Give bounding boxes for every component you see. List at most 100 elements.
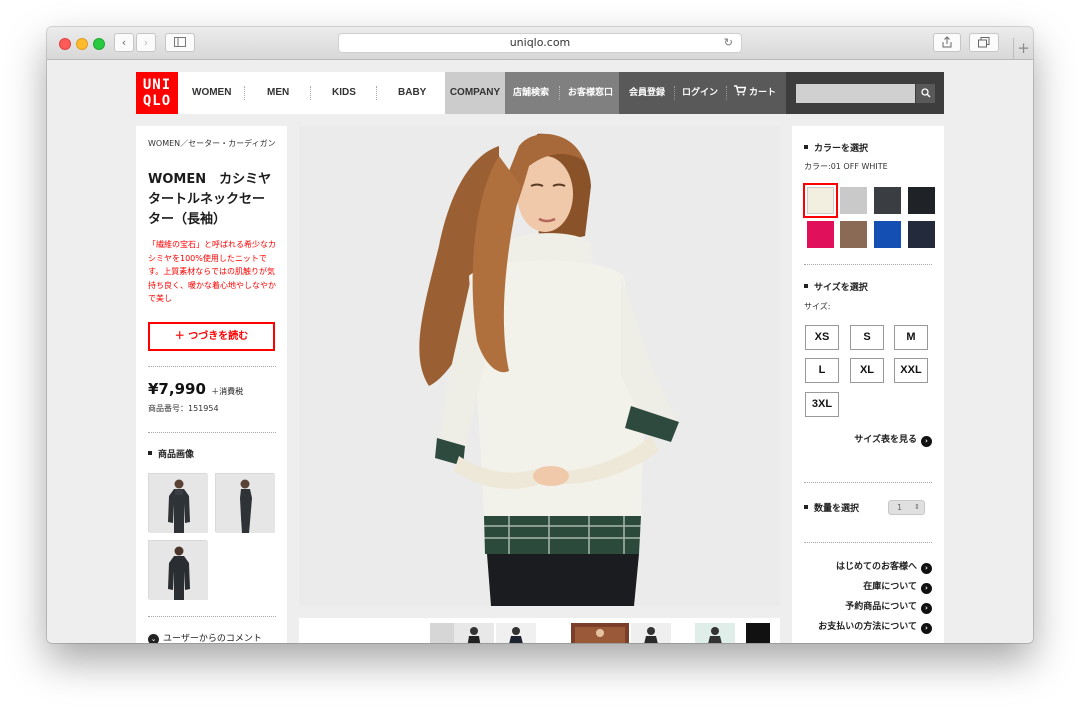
size-l-button[interactable]: L (805, 358, 839, 383)
video-strip[interactable] (299, 618, 780, 643)
size-chart-link[interactable]: サイズ表を見る › (854, 432, 932, 447)
price-value: ¥7,990 (148, 380, 206, 398)
product-price: ¥7,990 ＋消費税 (148, 380, 243, 398)
strip-thumbnail[interactable] (746, 623, 770, 643)
size-chart-label: サイズ表を見る (854, 435, 917, 445)
forward-button[interactable]: › (136, 33, 156, 52)
strip-thumbnail[interactable] (430, 623, 454, 643)
logo-line-2: QLO (142, 93, 172, 109)
bullet-icon (804, 145, 808, 149)
chevron-right-icon: › (921, 563, 932, 574)
tabs-overview-button[interactable] (969, 33, 999, 52)
user-comments-label: ユーザーからのコメント (163, 634, 262, 643)
strip-thumbnail[interactable] (695, 623, 735, 643)
product-description: 「繊維の宝石」と呼ばれる希少なカシミヤを100%使用したニットです。上質素材なら… (148, 240, 276, 303)
color-swatch[interactable] (840, 187, 867, 214)
browser-toolbar: ‹ › uniqlo.com ↻ + (47, 27, 1033, 60)
chevron-right-icon: › (921, 603, 932, 614)
size-xl-button[interactable]: XL (850, 358, 884, 383)
nav-women[interactable]: WOMEN (192, 72, 231, 114)
nav-company[interactable]: COMPANY (445, 72, 505, 114)
product-info-panel: WOMEN／セーター・カーディガン WOMEN カシミヤタートルネックセーター（… (136, 126, 287, 643)
divider (148, 432, 276, 433)
nav-divider (244, 86, 245, 100)
user-comments-link[interactable]: ⌄ ユーザーからのコメント (148, 631, 262, 643)
purchase-options-panel: カラーを選択 カラー:01 OFF WHITE サイズを選択 サイズ: XS S… (792, 126, 944, 643)
model-icon (575, 627, 625, 643)
nav-login[interactable]: ログイン (682, 72, 718, 114)
info-link-label: お支払いの方法について (818, 622, 917, 632)
size-xxl-button[interactable]: XXL (894, 358, 928, 383)
read-more-button[interactable]: ＋ つづきを読む (148, 322, 275, 351)
model-photo (299, 126, 780, 606)
tax-note: ＋消費税 (211, 387, 244, 396)
minimize-window-button[interactable] (76, 38, 88, 50)
strip-thumbnail[interactable] (496, 623, 536, 643)
product-thumbnail-front[interactable] (148, 473, 208, 533)
size-xs-button[interactable]: XS (805, 325, 839, 350)
nav-men[interactable]: MEN (267, 72, 289, 114)
color-swatch[interactable] (908, 221, 935, 248)
color-swatch[interactable] (908, 187, 935, 214)
quantity-select[interactable]: 1 ⇕ (888, 500, 925, 515)
reload-icon[interactable]: ↻ (724, 34, 733, 52)
color-swatch[interactable] (874, 187, 901, 214)
nav-cart[interactable]: カート (734, 72, 776, 114)
size-m-button[interactable]: M (894, 325, 928, 350)
nav-kids[interactable]: KIDS (332, 72, 356, 114)
model-back-image (149, 541, 208, 600)
model-icon (644, 627, 658, 643)
breadcrumb[interactable]: WOMEN／セーター・カーディガン (148, 138, 276, 149)
color-swatch[interactable] (840, 221, 867, 248)
size-heading: サイズを選択 (804, 280, 868, 293)
strip-thumbnail[interactable] (631, 623, 671, 643)
nav-divider (310, 86, 311, 100)
stepper-icon: ⇕ (914, 503, 920, 511)
model-side-image (216, 474, 275, 533)
info-link-stock[interactable]: 在庫について › (863, 579, 932, 594)
zoom-window-button[interactable] (93, 38, 105, 50)
back-button[interactable]: ‹ (114, 33, 134, 52)
info-link-preorder[interactable]: 予約商品について › (845, 599, 932, 614)
nav-baby[interactable]: BABY (398, 72, 426, 114)
cart-label: カート (749, 88, 777, 98)
search-button[interactable] (916, 84, 935, 103)
info-link-first-time[interactable]: はじめてのお客様へ › (836, 559, 932, 574)
model-icon (708, 627, 722, 643)
quantity-heading: 数量を選択 (804, 501, 859, 514)
info-link-payment[interactable]: お支払いの方法について › (818, 619, 932, 634)
info-link-label: はじめてのお客様へ (835, 562, 917, 572)
color-swatch[interactable] (807, 221, 834, 248)
strip-thumbnail[interactable] (454, 623, 494, 643)
new-tab-button[interactable]: + (1013, 38, 1033, 59)
share-button[interactable] (933, 33, 961, 52)
global-nav: UNI QLO WOMEN MEN KIDS BABY COMPANY 店舗検索… (136, 72, 944, 114)
search-input[interactable] (796, 84, 915, 103)
page-content: UNI QLO WOMEN MEN KIDS BABY COMPANY 店舗検索… (47, 60, 1033, 643)
color-heading-text: カラーを選択 (814, 144, 869, 154)
sidebar-toggle-button[interactable] (165, 33, 195, 52)
size-3xl-button[interactable]: 3XL (805, 392, 839, 417)
address-bar[interactable]: uniqlo.com ↻ (338, 33, 742, 53)
size-s-button[interactable]: S (850, 325, 884, 350)
color-swatch[interactable] (803, 183, 838, 218)
uniqlo-logo[interactable]: UNI QLO (136, 72, 178, 114)
nav-customer-service[interactable]: お客様窓口 (568, 72, 613, 114)
nav-member-register[interactable]: 会員登録 (629, 72, 665, 114)
close-window-button[interactable] (59, 38, 71, 50)
main-product-image[interactable] (299, 126, 780, 606)
product-title: WOMEN カシミヤタートルネックセーター（長袖） (148, 172, 272, 227)
nav-divider (674, 86, 675, 100)
color-heading: カラーを選択 (804, 141, 868, 154)
chevron-right-icon: › (921, 436, 932, 447)
cart-icon (734, 85, 747, 96)
product-thumbnail-back[interactable] (148, 540, 208, 600)
bullet-icon (804, 284, 808, 288)
nav-store-search[interactable]: 店舗検索 (513, 72, 549, 114)
strip-thumbnail[interactable] (571, 623, 629, 643)
divider (804, 482, 932, 483)
logo-line-1: UNI (142, 77, 172, 93)
bullet-icon (148, 451, 152, 455)
color-swatch[interactable] (874, 221, 901, 248)
product-thumbnail-side[interactable] (215, 473, 275, 533)
